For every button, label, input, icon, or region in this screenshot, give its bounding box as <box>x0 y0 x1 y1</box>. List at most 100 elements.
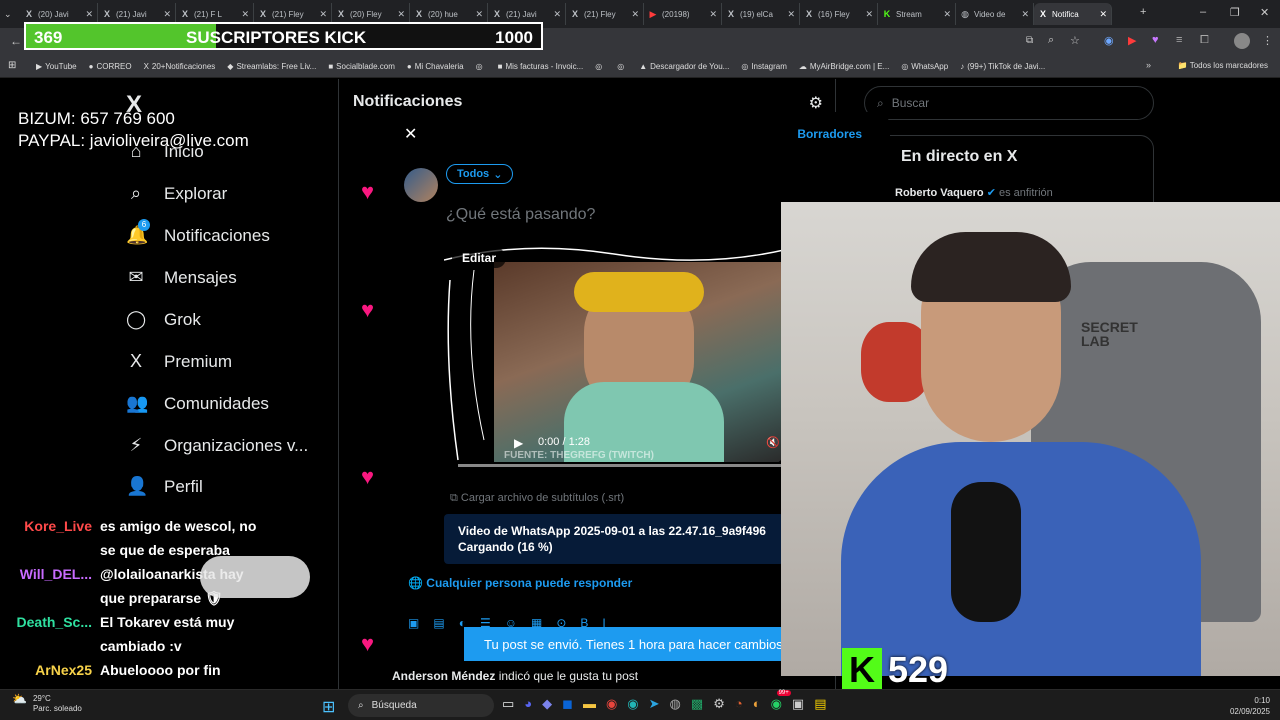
tab-close-icon[interactable]: ✕ <box>163 9 171 20</box>
nav-item-communities[interactable]: 👥 Comunidades <box>126 393 269 414</box>
bookmark-item[interactable]: ◆ Streamlabs: Free Liv... <box>227 62 316 71</box>
bookmark-icon: ● <box>406 62 412 71</box>
nav-item-premium[interactable]: X Premium <box>126 351 232 372</box>
bookmark-item[interactable]: ◎ <box>617 62 627 71</box>
bookmark-item[interactable]: ▲ Descargador de You... <box>639 62 729 71</box>
extension-list-icon[interactable]: ≡ <box>1176 34 1182 46</box>
browser-tab[interactable]: ▶ (20198) ✕ <box>644 3 722 25</box>
settings-icon[interactable]: ⚙ <box>713 696 725 712</box>
bookmark-star-icon[interactable]: ☆ <box>1070 34 1080 47</box>
nav-item-messages[interactable]: ✉ Mensajes <box>126 267 236 288</box>
close-window-icon[interactable]: ✕ <box>1260 6 1269 19</box>
tab-close-icon[interactable]: ✕ <box>319 9 327 20</box>
tab-close-icon[interactable]: ✕ <box>553 9 561 20</box>
tab-close-icon[interactable]: ✕ <box>1021 9 1029 20</box>
profile-avatar[interactable] <box>1234 33 1250 49</box>
bookmark-item[interactable]: ◎ <box>476 62 486 71</box>
video-progress[interactable] <box>458 464 788 467</box>
upload-subtitles-link[interactable]: ⧉ Cargar archivo de subtítulos (.srt) <box>450 492 624 505</box>
bookmark-item[interactable]: ■ Mis facturas - Invoic... <box>498 62 584 71</box>
whatsapp-icon[interactable]: ◉ 99+ <box>771 690 791 712</box>
extension-youtube-icon[interactable]: ▶ <box>1128 34 1136 47</box>
tab-close-icon[interactable]: ✕ <box>865 9 873 20</box>
browser-tab[interactable]: X (19) elCa ✕ <box>722 3 800 25</box>
extensions-puzzle-icon[interactable]: ⧠ <box>1200 34 1209 47</box>
tab-close-icon[interactable]: ✕ <box>397 9 405 20</box>
app-icon[interactable]: ◔ <box>735 696 743 712</box>
edge-icon[interactable]: ◉ <box>627 696 638 712</box>
tab-close-icon[interactable]: ✕ <box>787 9 795 20</box>
live-host[interactable]: Roberto Vaquero ✔ es anfitrión <box>895 186 1053 199</box>
bookmarks-overflow-icon[interactable]: » <box>1146 60 1151 70</box>
tab-close-icon[interactable]: ✕ <box>943 9 951 20</box>
bookmark-item[interactable]: ▶ YouTube <box>36 62 77 71</box>
browser-tab[interactable]: X (16) Fley ✕ <box>800 3 878 25</box>
weather-widget[interactable]: ⛅ 29°C Parc. soleado <box>12 693 82 714</box>
compose-textarea[interactable]: ¿Qué está pasando? <box>446 206 595 224</box>
back-icon[interactable]: ← <box>10 34 22 48</box>
bookmark-item[interactable]: ◎ WhatsApp <box>901 62 948 71</box>
minimize-icon[interactable]: – <box>1200 6 1206 18</box>
gif-icon[interactable]: ▤ <box>433 616 444 630</box>
browser-tab[interactable]: K Stream ✕ <box>878 3 956 25</box>
app-icon[interactable]: ▣ <box>792 696 804 712</box>
app-icon[interactable]: ◐ <box>753 696 761 712</box>
bookmark-item[interactable]: ☁ MyAirBridge.com | E... <box>799 62 889 71</box>
browser-menu-icon[interactable]: ⋮ <box>1262 34 1273 47</box>
teams-icon[interactable]: ◆ <box>542 696 552 712</box>
discord-icon[interactable]: ◕ <box>524 696 532 712</box>
gear-icon[interactable]: ⚙ <box>809 93 823 113</box>
bookmark-item[interactable]: ● CORREO <box>89 62 132 71</box>
telegram-icon[interactable]: ➤ <box>649 696 660 712</box>
notes-icon[interactable]: ▤ <box>814 696 826 712</box>
browser-tab[interactable]: X Notifica ✕ <box>1034 3 1112 25</box>
image-icon[interactable]: ▣ <box>408 616 419 630</box>
globe-icon[interactable]: ◍ <box>670 696 681 712</box>
windows-start-icon[interactable]: ⊞ <box>322 697 335 717</box>
tab-close-icon[interactable]: ✕ <box>241 9 249 20</box>
video-preview[interactable]: Editar FUENTE: THEGREFG (TWITCH) ▶ 0:00 … <box>444 240 784 464</box>
drafts-button[interactable]: Borradores <box>797 127 862 141</box>
extension-icon[interactable]: ◉ <box>1104 34 1114 47</box>
tab-close-icon[interactable]: ✕ <box>1099 9 1107 20</box>
bookmark-item[interactable]: X 20+Notificaciones <box>144 62 216 71</box>
search-input[interactable]: ⌕ Buscar <box>864 86 1154 120</box>
chrome-icon[interactable]: ◉ <box>606 696 617 712</box>
maximize-icon[interactable]: ❐ <box>1230 6 1240 19</box>
tab-close-icon[interactable]: ✕ <box>475 9 483 20</box>
extension-heart-icon[interactable]: ♥ <box>1152 34 1159 46</box>
install-icon[interactable]: ⧉ <box>1026 35 1033 46</box>
nav-item-explore[interactable]: ⌕ Explorar <box>126 183 227 204</box>
nav-item-profile[interactable]: 👤 Perfil <box>126 476 203 497</box>
tab-search-icon[interactable]: ⌄ <box>4 9 20 20</box>
all-bookmarks[interactable]: 📁 Todos los marcadores <box>1178 61 1268 70</box>
like-notification[interactable]: Anderson Méndez indicó que le gusta tu p… <box>392 669 638 683</box>
tab-close-icon[interactable]: ✕ <box>85 9 93 20</box>
excel-icon[interactable]: ▩ <box>691 696 703 712</box>
play-icon[interactable]: ▶ <box>514 436 523 450</box>
new-tab-button[interactable]: + <box>1140 6 1146 18</box>
zoom-icon[interactable]: ⌕ <box>1048 34 1054 47</box>
nav-item-organizations[interactable]: ⚡ Organizaciones v... <box>126 435 309 456</box>
close-icon[interactable]: ✕ <box>404 124 417 144</box>
bookmark-item[interactable]: ♪ (99+) TikTok de Javi... <box>960 62 1045 71</box>
bookmark-item[interactable]: ● Mi Chavaleria <box>407 62 464 71</box>
browser-tab[interactable]: X (21) Fley ✕ <box>566 3 644 25</box>
audience-selector[interactable]: Todos ⌄ <box>446 164 514 184</box>
bookmark-item[interactable]: ◎ <box>595 62 605 71</box>
taskbar-clock[interactable]: 0:10 02/09/2025 <box>1230 695 1270 717</box>
bookmark-item[interactable]: ■ Socialblade.com <box>328 62 395 71</box>
browser-tab[interactable]: ◍ Video de ✕ <box>956 3 1034 25</box>
task-view-icon[interactable]: ▭ <box>502 696 514 712</box>
outlook-icon[interactable]: ◼ <box>562 696 573 712</box>
nav-item-grok[interactable]: ◯ Grok <box>126 309 201 330</box>
reply-settings-button[interactable]: 🌐 Cualquier persona puede responder <box>408 576 632 590</box>
edit-media-button[interactable]: Editar <box>452 248 507 268</box>
tab-close-icon[interactable]: ✕ <box>709 9 717 20</box>
taskbar-search[interactable]: ⌕ Búsqueda <box>348 694 494 717</box>
folder-icon[interactable]: ▬ <box>583 696 596 712</box>
apps-grid-icon[interactable]: ⊞ <box>8 60 16 71</box>
tab-close-icon[interactable]: ✕ <box>631 9 639 20</box>
bookmark-item[interactable]: ◎ Instagram <box>741 62 787 71</box>
mute-icon[interactable]: 🔇 <box>766 436 780 449</box>
